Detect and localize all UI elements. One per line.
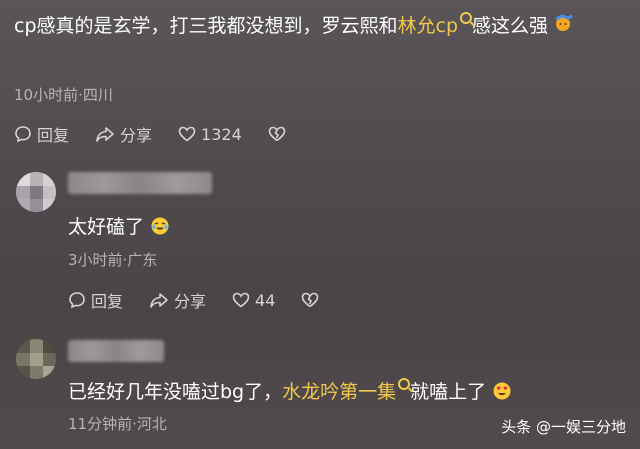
comment-text-part: cp感真的是玄学，打三我都没想到，罗云熙和 <box>14 15 398 37</box>
reply-text-part: 已经好几年没嗑过bg了， <box>68 381 283 403</box>
username-blurred[interactable] <box>68 340 164 362</box>
share-arrow-icon <box>95 125 115 143</box>
share-arrow-icon <box>149 291 169 309</box>
reply-text: 已经好几年没嗑过bg了，水龙吟第一集 就嗑上了 <box>68 377 628 404</box>
heart-icon <box>178 126 196 142</box>
reply-meta: 11分钟前·河北 <box>68 415 167 433</box>
dislike-button[interactable] <box>301 292 324 308</box>
comment-text: cp感真的是玄学，打三我都没想到，罗云熙和林允cp 感这么强 <box>14 10 630 43</box>
comment-actions: 回复 分享 1324 <box>14 122 317 146</box>
like-count: 44 <box>255 290 276 310</box>
avatar[interactable] <box>16 339 56 379</box>
crying-laughing-face-icon <box>150 216 170 237</box>
hashtag-link[interactable]: 林允cp <box>398 15 459 37</box>
heart-eyes-face-icon <box>492 381 512 402</box>
reply-text-part: 太好磕了 <box>68 216 145 238</box>
like-button[interactable]: 44 <box>232 291 275 310</box>
reply-text-part: 就嗑上了 <box>410 381 487 403</box>
search-icon <box>460 12 473 24</box>
reply-meta: 3小时前·广东 <box>68 251 158 269</box>
watermark: 头条 @一娱三分地 <box>501 418 626 436</box>
reply-button[interactable]: 回复 <box>14 122 69 146</box>
comment-text-part: 感这么强 <box>472 15 549 37</box>
share-button[interactable]: 分享 <box>95 122 152 146</box>
reply-text: 太好磕了 <box>68 212 170 239</box>
like-count: 1324 <box>201 124 242 144</box>
reply-button[interactable]: 回复 <box>68 288 123 312</box>
username-blurred[interactable] <box>68 172 212 194</box>
search-icon <box>398 378 411 390</box>
share-label: 分享 <box>120 126 153 145</box>
share-label: 分享 <box>174 292 207 311</box>
share-button[interactable]: 分享 <box>149 288 206 312</box>
reply-actions: 回复 分享 44 <box>68 288 350 312</box>
avatar[interactable] <box>16 172 56 212</box>
broken-heart-icon <box>301 292 319 308</box>
comment-meta: 10小时前·四川 <box>14 86 113 104</box>
angry-face-icon <box>554 11 574 43</box>
heart-icon <box>232 292 250 308</box>
reply-label: 回复 <box>91 292 124 311</box>
like-button[interactable]: 1324 <box>178 125 242 144</box>
chat-bubble-icon <box>14 125 32 143</box>
reply-label: 回复 <box>37 126 70 145</box>
chat-bubble-icon <box>68 291 86 309</box>
broken-heart-icon <box>268 126 286 142</box>
hashtag-link[interactable]: 水龙吟第一集 <box>282 381 396 403</box>
dislike-button[interactable] <box>268 126 291 142</box>
